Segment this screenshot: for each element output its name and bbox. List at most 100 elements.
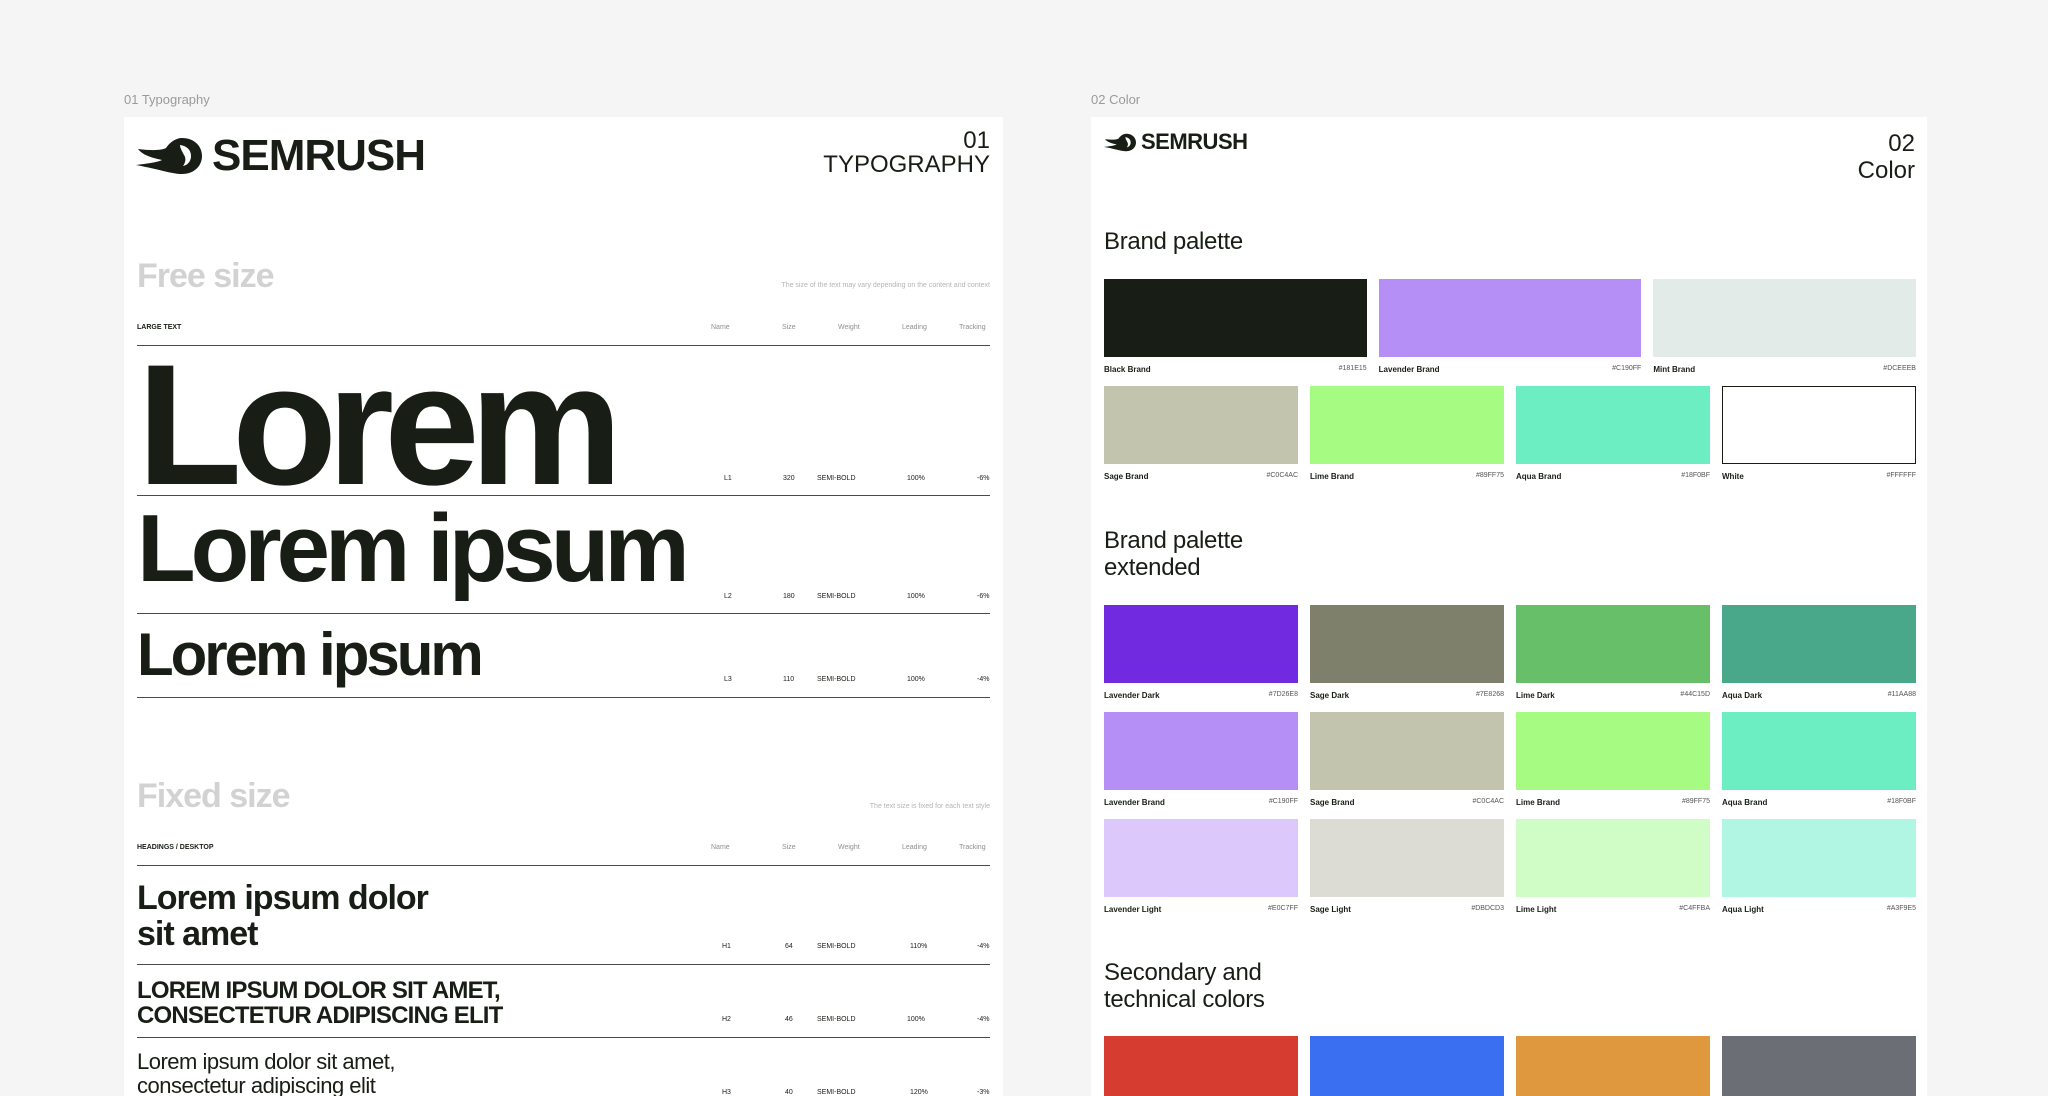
col-tracking: Tracking — [959, 844, 986, 851]
secondary-color-chip[interactable] — [1516, 1036, 1710, 1096]
meta-tracking: -4% — [977, 943, 990, 950]
color-swatch[interactable]: Lime Dark #44C15D — [1516, 605, 1710, 700]
meta-weight: SEMI-BOLD — [817, 1089, 856, 1096]
col-tracking: Tracking — [959, 324, 986, 331]
color-swatch[interactable]: White #FFFFFF — [1722, 386, 1916, 481]
color-swatch[interactable]: Lavender Brand #C190FF — [1104, 712, 1298, 807]
meta-weight: SEMI-BOLD — [817, 1016, 856, 1023]
swatch-name: Lime Light — [1516, 905, 1557, 914]
meta-name: H3 — [722, 1089, 731, 1096]
swatch-hex: #FFFFFF — [1886, 472, 1916, 479]
brand-palette-title: Brand palette — [1104, 228, 1243, 255]
swatch-hex: #18F0BF — [1887, 798, 1916, 805]
swatch-name: Aqua Dark — [1722, 691, 1763, 700]
meta-name: L3 — [724, 676, 732, 683]
color-chip — [1104, 279, 1367, 357]
color-swatch[interactable]: Aqua Dark #11AA88 — [1722, 605, 1916, 700]
swatch-hex: #C0C4AC — [1472, 798, 1504, 805]
swatch-hex: #C190FF — [1612, 365, 1642, 372]
col-weight: Weight — [838, 324, 860, 331]
swatch-name: Aqua Light — [1722, 905, 1764, 914]
sample-line: Lorem ipsum dolor — [137, 879, 429, 917]
color-swatch[interactable]: Aqua Brand #18F0BF — [1722, 712, 1916, 807]
swatch-name: Lavender Light — [1104, 905, 1162, 914]
color-swatch[interactable]: Aqua Brand #18F0BF — [1516, 386, 1710, 481]
swatch-hex: #C190FF — [1268, 798, 1298, 805]
sample-line: CONSECTETUR ADIPISCING ELIT — [137, 1002, 503, 1029]
meta-size: 180 — [783, 593, 795, 600]
section-number: 01 — [963, 127, 990, 154]
swatch-name: Lavender Brand — [1104, 798, 1165, 807]
color-chip — [1722, 819, 1916, 897]
col-size: Size — [782, 324, 796, 331]
color-swatch[interactable]: Mint Brand #DCEEEB — [1653, 279, 1916, 374]
frame-label-color[interactable]: 02 Color — [1091, 92, 1140, 107]
secondary-color-chip[interactable] — [1722, 1036, 1916, 1096]
swatch-hex: #7D26E8 — [1268, 691, 1298, 698]
divider — [137, 964, 990, 965]
color-swatch[interactable]: Lime Brand #89FF75 — [1516, 712, 1710, 807]
meta-tracking: -4% — [977, 1016, 990, 1023]
meta-leading: 110% — [910, 943, 928, 950]
meta-leading: 120% — [910, 1089, 928, 1096]
color-chip — [1104, 819, 1298, 897]
swatch-name: Lavender Dark — [1104, 691, 1160, 700]
color-chip — [1653, 279, 1916, 357]
color-swatch[interactable]: Sage Brand #C0C4AC — [1310, 712, 1504, 807]
color-board: SEMRUSH 02 Color Brand palette Brand pal… — [1091, 117, 1927, 1096]
meta-size: 64 — [785, 943, 793, 950]
section-number: 02 — [1888, 130, 1915, 157]
swatch-name: Sage Brand — [1104, 472, 1149, 481]
meta-weight: SEMI-BOLD — [817, 593, 856, 600]
type-sample-h3: Lorem ipsum dolor sit amet, consectetur … — [137, 1050, 395, 1096]
meta-tracking: -4% — [977, 676, 990, 683]
swatch-hex: #DCEEEB — [1883, 365, 1916, 372]
free-size-title: Free size — [137, 257, 275, 295]
color-chip — [1722, 386, 1916, 464]
sample-line: sit amet — [137, 915, 258, 953]
free-size-note: The size of the text may vary depending … — [781, 282, 990, 289]
color-swatch[interactable]: Lime Light #C4FFBA — [1516, 819, 1710, 914]
brand-wordmark: SEMRUSH — [212, 131, 426, 180]
divider — [137, 613, 990, 614]
swatch-name: Lavender Brand — [1378, 365, 1440, 374]
color-swatch[interactable]: Black Brand #181E15 — [1104, 279, 1367, 374]
meta-name: L1 — [724, 475, 732, 482]
meta-size: 40 — [785, 1089, 793, 1096]
divider — [137, 865, 990, 866]
col-leading: Leading — [902, 844, 927, 851]
color-swatch[interactable]: Sage Dark #7E8268 — [1310, 605, 1504, 700]
extended-palette-title: Brand palette extended — [1104, 527, 1243, 581]
divider — [137, 697, 990, 698]
swatch-name: Black Brand — [1104, 365, 1151, 374]
col-name: Name — [711, 844, 730, 851]
color-swatch[interactable]: Sage Brand #C0C4AC — [1104, 386, 1298, 481]
meta-weight: SEMI-BOLD — [817, 676, 856, 683]
swatch-name: Sage Dark — [1310, 691, 1350, 700]
secondary-color-chip[interactable] — [1104, 1036, 1298, 1096]
swatch-hex: #C4FFBA — [1679, 905, 1710, 912]
color-swatch[interactable]: Lavender Dark #7D26E8 — [1104, 605, 1298, 700]
type-sample-l2: Lorem ipsum — [137, 495, 690, 602]
color-swatch[interactable]: Lavender Light #E0C7FF — [1104, 819, 1298, 914]
type-sample-h2: LOREM IPSUM DOLOR SIT AMET, CONSECTETUR … — [137, 978, 503, 1028]
swatch-hex: #7E8268 — [1475, 691, 1504, 698]
swatch-hex: #C0C4AC — [1266, 472, 1298, 479]
meta-name: L2 — [724, 593, 732, 600]
frame-label-typography[interactable]: 01 Typography — [124, 92, 210, 107]
swatch-name: Sage Light — [1310, 905, 1351, 914]
color-chip — [1516, 386, 1710, 464]
secondary-color-chip[interactable] — [1310, 1036, 1504, 1096]
meta-size: 110 — [783, 676, 795, 683]
color-swatch[interactable]: Aqua Light #A3F9E5 — [1722, 819, 1916, 914]
swatch-name: Lime Brand — [1516, 798, 1561, 807]
swatch-hex: #A3F9E5 — [1886, 905, 1916, 912]
color-swatch[interactable]: Lavender Brand #C190FF — [1378, 279, 1642, 374]
color-swatch[interactable]: Lime Brand #89FF75 — [1310, 386, 1504, 481]
swatch-hex: #44C15D — [1680, 691, 1710, 698]
color-swatch[interactable]: Sage Light #DBDCD3 — [1310, 819, 1504, 914]
color-chip — [1310, 712, 1504, 790]
section-heading: 02 Color — [1858, 130, 1915, 184]
divider — [137, 1037, 990, 1038]
swatch-name: White — [1722, 472, 1744, 481]
